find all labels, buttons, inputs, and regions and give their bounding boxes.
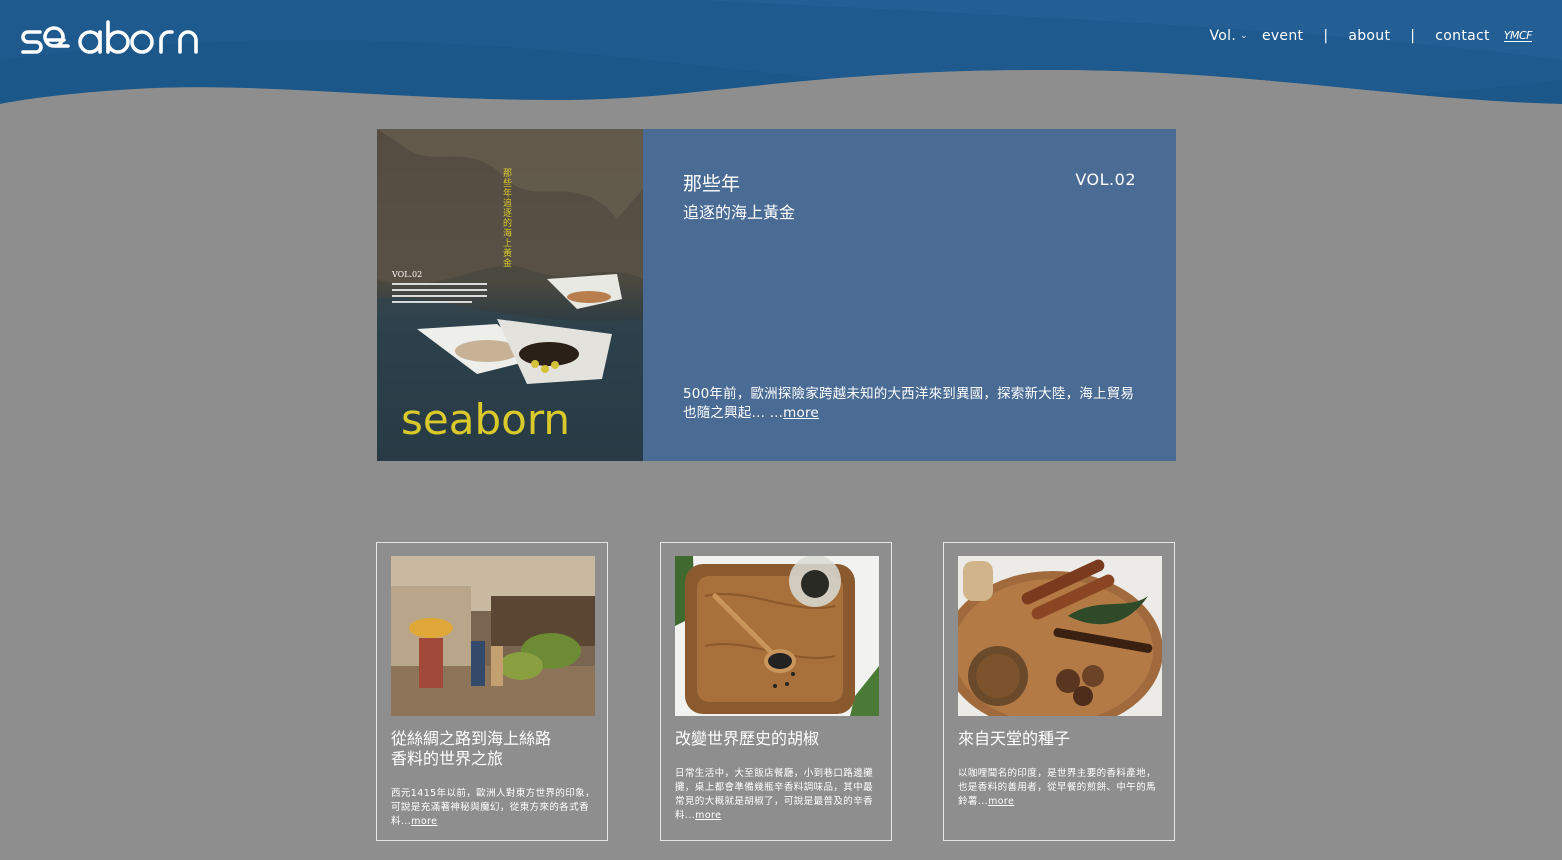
article-title[interactable]: 改變世界歷史的胡椒 <box>675 729 881 749</box>
chevron-down-icon: ⌄ <box>1240 31 1248 41</box>
article-title[interactable]: 來自天堂的種子 <box>958 729 1164 749</box>
featured-issue: seaborn VOL.02 那些年追逐的海上黃金 那些年 追逐的海上黃金 VO… <box>377 129 1176 461</box>
pepper-tray-photo <box>675 556 879 716</box>
site-header: Vol. ⌄ event | about | contact YMCF <box>0 0 1562 104</box>
cover-brand: seaborn <box>401 395 570 444</box>
issue-volume: VOL.02 <box>1075 170 1136 189</box>
header-wave <box>0 0 1562 104</box>
article-excerpt: 日常生活中，大至飯店餐廳，小到巷口路邊攤攤，桌上都會準備幾瓶辛香料調味品，其中最… <box>675 767 881 823</box>
article-title-line: 香料的世界之旅 <box>391 749 504 768</box>
issue-summary: 那些年 追逐的海上黃金 VOL.02 500年前，歐洲探險家跨越未知的大西洋來到… <box>643 129 1176 461</box>
article-title[interactable]: 從絲綢之路到海上絲路 香料的世界之旅 <box>391 729 597 769</box>
article-thumbnail[interactable] <box>958 556 1162 716</box>
partner-logo[interactable]: YMCF <box>1503 30 1533 42</box>
nav-vol-dropdown[interactable]: Vol. ⌄ <box>1209 28 1247 44</box>
article-thumbnail[interactable] <box>391 556 595 716</box>
spices-photo <box>958 556 1162 716</box>
nav-separator: | <box>1323 28 1329 44</box>
article-excerpt: 西元1415年以前，歐洲人對東方世界的印象，可說是充滿著神秘與魔幻，從東方來的各… <box>391 787 597 829</box>
market-street-photo <box>391 556 595 716</box>
main-nav: Vol. ⌄ event | about | contact YMCF <box>1209 28 1532 44</box>
article-more-link[interactable]: more <box>695 810 721 821</box>
issue-cover-image[interactable]: seaborn VOL.02 那些年追逐的海上黃金 <box>377 129 643 461</box>
cover-vertical-title: 那些年追逐的海上黃金 <box>503 169 513 269</box>
nav-vol-label: Vol. <box>1209 28 1237 44</box>
nav-separator: | <box>1410 28 1416 44</box>
article-card[interactable]: 從絲綢之路到海上絲路 香料的世界之旅 西元1415年以前，歐洲人對東方世界的印象… <box>376 542 608 841</box>
article-title-line: 改變世界歷史的胡椒 <box>675 729 820 748</box>
article-card[interactable]: 來自天堂的種子 以咖哩聞名的印度，是世界主要的香料產地，也是香料的善用者，從早餐… <box>943 542 1175 841</box>
article-excerpt: 以咖哩聞名的印度，是世界主要的香料產地，也是香料的善用者，從早餐的煎餅、中午的馬… <box>958 767 1164 809</box>
article-card[interactable]: 改變世界歷史的胡椒 日常生活中，大至飯店餐廳，小到巷口路邊攤攤，桌上都會準備幾瓶… <box>660 542 892 841</box>
cover-vol: VOL.02 <box>391 270 422 279</box>
issue-more-link[interactable]: more <box>783 405 819 421</box>
article-thumbnail[interactable] <box>675 556 879 716</box>
issue-subtitle: 追逐的海上黃金 <box>683 203 796 222</box>
article-more-link[interactable]: more <box>411 816 437 827</box>
nav-event-link[interactable]: event <box>1262 28 1303 44</box>
site-logo[interactable] <box>20 20 206 58</box>
nav-about-link[interactable]: about <box>1348 28 1390 44</box>
issue-excerpt-text: 500年前，歐洲探險家跨越未知的大西洋來到異國，探索新大陸，海上貿易也隨之興起…… <box>683 386 1135 421</box>
seaborn-logo <box>21 20 198 54</box>
article-more-link[interactable]: more <box>988 796 1014 807</box>
article-title-line: 從絲綢之路到海上絲路 <box>391 729 552 748</box>
nav-contact-link[interactable]: contact <box>1435 28 1490 44</box>
article-title-line: 來自天堂的種子 <box>958 729 1071 748</box>
issue-title: 那些年 <box>683 173 741 195</box>
issue-excerpt: 500年前，歐洲探險家跨越未知的大西洋來到異國，探索新大陸，海上貿易也隨之興起…… <box>683 385 1143 423</box>
